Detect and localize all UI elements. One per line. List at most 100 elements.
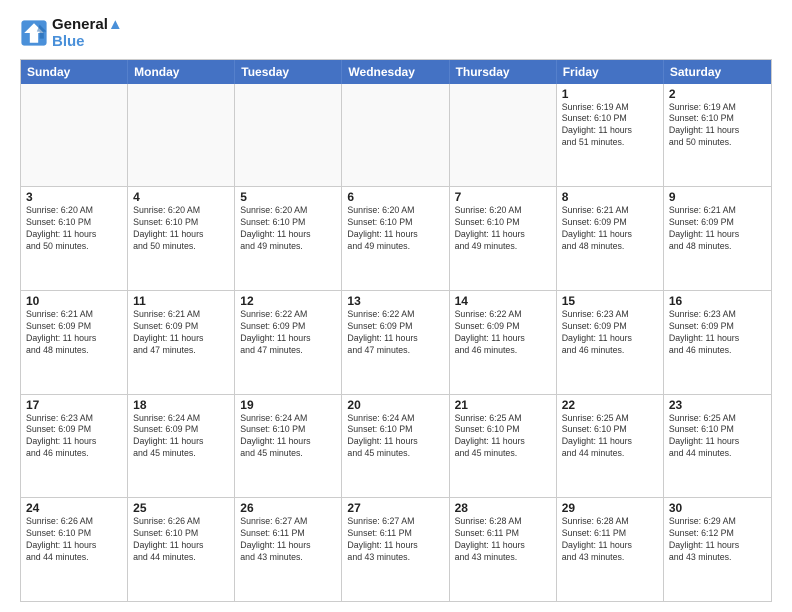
header: General▲ Blue xyxy=(20,16,772,51)
day-cell-28: 28Sunrise: 6:28 AM Sunset: 6:11 PM Dayli… xyxy=(450,498,557,601)
day-info: Sunrise: 6:28 AM Sunset: 6:11 PM Dayligh… xyxy=(562,516,658,564)
day-cell-17: 17Sunrise: 6:23 AM Sunset: 6:09 PM Dayli… xyxy=(21,395,128,498)
day-info: Sunrise: 6:29 AM Sunset: 6:12 PM Dayligh… xyxy=(669,516,766,564)
day-cell-11: 11Sunrise: 6:21 AM Sunset: 6:09 PM Dayli… xyxy=(128,291,235,394)
day-number: 3 xyxy=(26,190,122,204)
weekday-header-monday: Monday xyxy=(128,60,235,84)
day-info: Sunrise: 6:22 AM Sunset: 6:09 PM Dayligh… xyxy=(240,309,336,357)
day-number: 2 xyxy=(669,87,766,101)
day-cell-21: 21Sunrise: 6:25 AM Sunset: 6:10 PM Dayli… xyxy=(450,395,557,498)
empty-cell-0-2 xyxy=(235,84,342,187)
day-cell-29: 29Sunrise: 6:28 AM Sunset: 6:11 PM Dayli… xyxy=(557,498,664,601)
day-info: Sunrise: 6:22 AM Sunset: 6:09 PM Dayligh… xyxy=(347,309,443,357)
day-number: 19 xyxy=(240,398,336,412)
day-number: 8 xyxy=(562,190,658,204)
day-cell-5: 5Sunrise: 6:20 AM Sunset: 6:10 PM Daylig… xyxy=(235,187,342,290)
day-info: Sunrise: 6:28 AM Sunset: 6:11 PM Dayligh… xyxy=(455,516,551,564)
empty-cell-0-1 xyxy=(128,84,235,187)
day-info: Sunrise: 6:20 AM Sunset: 6:10 PM Dayligh… xyxy=(26,205,122,253)
logo-area: General▲ Blue xyxy=(20,16,123,51)
day-cell-15: 15Sunrise: 6:23 AM Sunset: 6:09 PM Dayli… xyxy=(557,291,664,394)
day-number: 16 xyxy=(669,294,766,308)
day-number: 13 xyxy=(347,294,443,308)
day-info: Sunrise: 6:23 AM Sunset: 6:09 PM Dayligh… xyxy=(562,309,658,357)
day-number: 20 xyxy=(347,398,443,412)
day-cell-27: 27Sunrise: 6:27 AM Sunset: 6:11 PM Dayli… xyxy=(342,498,449,601)
day-cell-26: 26Sunrise: 6:27 AM Sunset: 6:11 PM Dayli… xyxy=(235,498,342,601)
day-number: 1 xyxy=(562,87,658,101)
empty-cell-0-3 xyxy=(342,84,449,187)
day-number: 21 xyxy=(455,398,551,412)
day-number: 18 xyxy=(133,398,229,412)
day-cell-1: 1Sunrise: 6:19 AM Sunset: 6:10 PM Daylig… xyxy=(557,84,664,187)
day-number: 11 xyxy=(133,294,229,308)
day-cell-22: 22Sunrise: 6:25 AM Sunset: 6:10 PM Dayli… xyxy=(557,395,664,498)
day-cell-9: 9Sunrise: 6:21 AM Sunset: 6:09 PM Daylig… xyxy=(664,187,771,290)
day-info: Sunrise: 6:26 AM Sunset: 6:10 PM Dayligh… xyxy=(133,516,229,564)
day-info: Sunrise: 6:25 AM Sunset: 6:10 PM Dayligh… xyxy=(669,413,766,461)
calendar-row-2: 10Sunrise: 6:21 AM Sunset: 6:09 PM Dayli… xyxy=(21,290,771,394)
day-info: Sunrise: 6:23 AM Sunset: 6:09 PM Dayligh… xyxy=(26,413,122,461)
empty-cell-0-0 xyxy=(21,84,128,187)
calendar-header: SundayMondayTuesdayWednesdayThursdayFrid… xyxy=(21,60,771,84)
day-info: Sunrise: 6:21 AM Sunset: 6:09 PM Dayligh… xyxy=(26,309,122,357)
day-cell-23: 23Sunrise: 6:25 AM Sunset: 6:10 PM Dayli… xyxy=(664,395,771,498)
day-info: Sunrise: 6:27 AM Sunset: 6:11 PM Dayligh… xyxy=(347,516,443,564)
day-cell-12: 12Sunrise: 6:22 AM Sunset: 6:09 PM Dayli… xyxy=(235,291,342,394)
day-info: Sunrise: 6:21 AM Sunset: 6:09 PM Dayligh… xyxy=(669,205,766,253)
weekday-header-thursday: Thursday xyxy=(450,60,557,84)
weekday-header-sunday: Sunday xyxy=(21,60,128,84)
calendar-row-1: 3Sunrise: 6:20 AM Sunset: 6:10 PM Daylig… xyxy=(21,186,771,290)
day-cell-24: 24Sunrise: 6:26 AM Sunset: 6:10 PM Dayli… xyxy=(21,498,128,601)
day-cell-4: 4Sunrise: 6:20 AM Sunset: 6:10 PM Daylig… xyxy=(128,187,235,290)
day-info: Sunrise: 6:24 AM Sunset: 6:10 PM Dayligh… xyxy=(240,413,336,461)
day-number: 24 xyxy=(26,501,122,515)
day-number: 14 xyxy=(455,294,551,308)
day-info: Sunrise: 6:21 AM Sunset: 6:09 PM Dayligh… xyxy=(133,309,229,357)
day-info: Sunrise: 6:20 AM Sunset: 6:10 PM Dayligh… xyxy=(133,205,229,253)
day-number: 5 xyxy=(240,190,336,204)
day-info: Sunrise: 6:25 AM Sunset: 6:10 PM Dayligh… xyxy=(455,413,551,461)
day-cell-3: 3Sunrise: 6:20 AM Sunset: 6:10 PM Daylig… xyxy=(21,187,128,290)
day-number: 12 xyxy=(240,294,336,308)
calendar-row-0: 1Sunrise: 6:19 AM Sunset: 6:10 PM Daylig… xyxy=(21,84,771,187)
day-info: Sunrise: 6:23 AM Sunset: 6:09 PM Dayligh… xyxy=(669,309,766,357)
empty-cell-0-4 xyxy=(450,84,557,187)
day-info: Sunrise: 6:21 AM Sunset: 6:09 PM Dayligh… xyxy=(562,205,658,253)
day-number: 29 xyxy=(562,501,658,515)
day-number: 10 xyxy=(26,294,122,308)
day-info: Sunrise: 6:20 AM Sunset: 6:10 PM Dayligh… xyxy=(347,205,443,253)
calendar-row-4: 24Sunrise: 6:26 AM Sunset: 6:10 PM Dayli… xyxy=(21,497,771,601)
day-info: Sunrise: 6:24 AM Sunset: 6:10 PM Dayligh… xyxy=(347,413,443,461)
day-number: 22 xyxy=(562,398,658,412)
day-number: 25 xyxy=(133,501,229,515)
day-cell-6: 6Sunrise: 6:20 AM Sunset: 6:10 PM Daylig… xyxy=(342,187,449,290)
day-cell-30: 30Sunrise: 6:29 AM Sunset: 6:12 PM Dayli… xyxy=(664,498,771,601)
day-number: 23 xyxy=(669,398,766,412)
day-cell-13: 13Sunrise: 6:22 AM Sunset: 6:09 PM Dayli… xyxy=(342,291,449,394)
calendar-row-3: 17Sunrise: 6:23 AM Sunset: 6:09 PM Dayli… xyxy=(21,394,771,498)
logo-icon xyxy=(20,19,48,47)
day-info: Sunrise: 6:20 AM Sunset: 6:10 PM Dayligh… xyxy=(455,205,551,253)
day-cell-7: 7Sunrise: 6:20 AM Sunset: 6:10 PM Daylig… xyxy=(450,187,557,290)
day-info: Sunrise: 6:24 AM Sunset: 6:09 PM Dayligh… xyxy=(133,413,229,461)
day-cell-18: 18Sunrise: 6:24 AM Sunset: 6:09 PM Dayli… xyxy=(128,395,235,498)
weekday-header-wednesday: Wednesday xyxy=(342,60,449,84)
day-info: Sunrise: 6:27 AM Sunset: 6:11 PM Dayligh… xyxy=(240,516,336,564)
weekday-header-saturday: Saturday xyxy=(664,60,771,84)
day-cell-14: 14Sunrise: 6:22 AM Sunset: 6:09 PM Dayli… xyxy=(450,291,557,394)
day-info: Sunrise: 6:26 AM Sunset: 6:10 PM Dayligh… xyxy=(26,516,122,564)
day-cell-25: 25Sunrise: 6:26 AM Sunset: 6:10 PM Dayli… xyxy=(128,498,235,601)
day-info: Sunrise: 6:19 AM Sunset: 6:10 PM Dayligh… xyxy=(562,102,658,150)
day-number: 27 xyxy=(347,501,443,515)
day-cell-16: 16Sunrise: 6:23 AM Sunset: 6:09 PM Dayli… xyxy=(664,291,771,394)
day-number: 26 xyxy=(240,501,336,515)
calendar-body: 1Sunrise: 6:19 AM Sunset: 6:10 PM Daylig… xyxy=(21,84,771,602)
day-info: Sunrise: 6:19 AM Sunset: 6:10 PM Dayligh… xyxy=(669,102,766,150)
day-info: Sunrise: 6:20 AM Sunset: 6:10 PM Dayligh… xyxy=(240,205,336,253)
page: General▲ Blue SundayMondayTuesdayWednesd… xyxy=(0,0,792,612)
day-number: 7 xyxy=(455,190,551,204)
day-info: Sunrise: 6:22 AM Sunset: 6:09 PM Dayligh… xyxy=(455,309,551,357)
day-cell-8: 8Sunrise: 6:21 AM Sunset: 6:09 PM Daylig… xyxy=(557,187,664,290)
calendar: SundayMondayTuesdayWednesdayThursdayFrid… xyxy=(20,59,772,603)
